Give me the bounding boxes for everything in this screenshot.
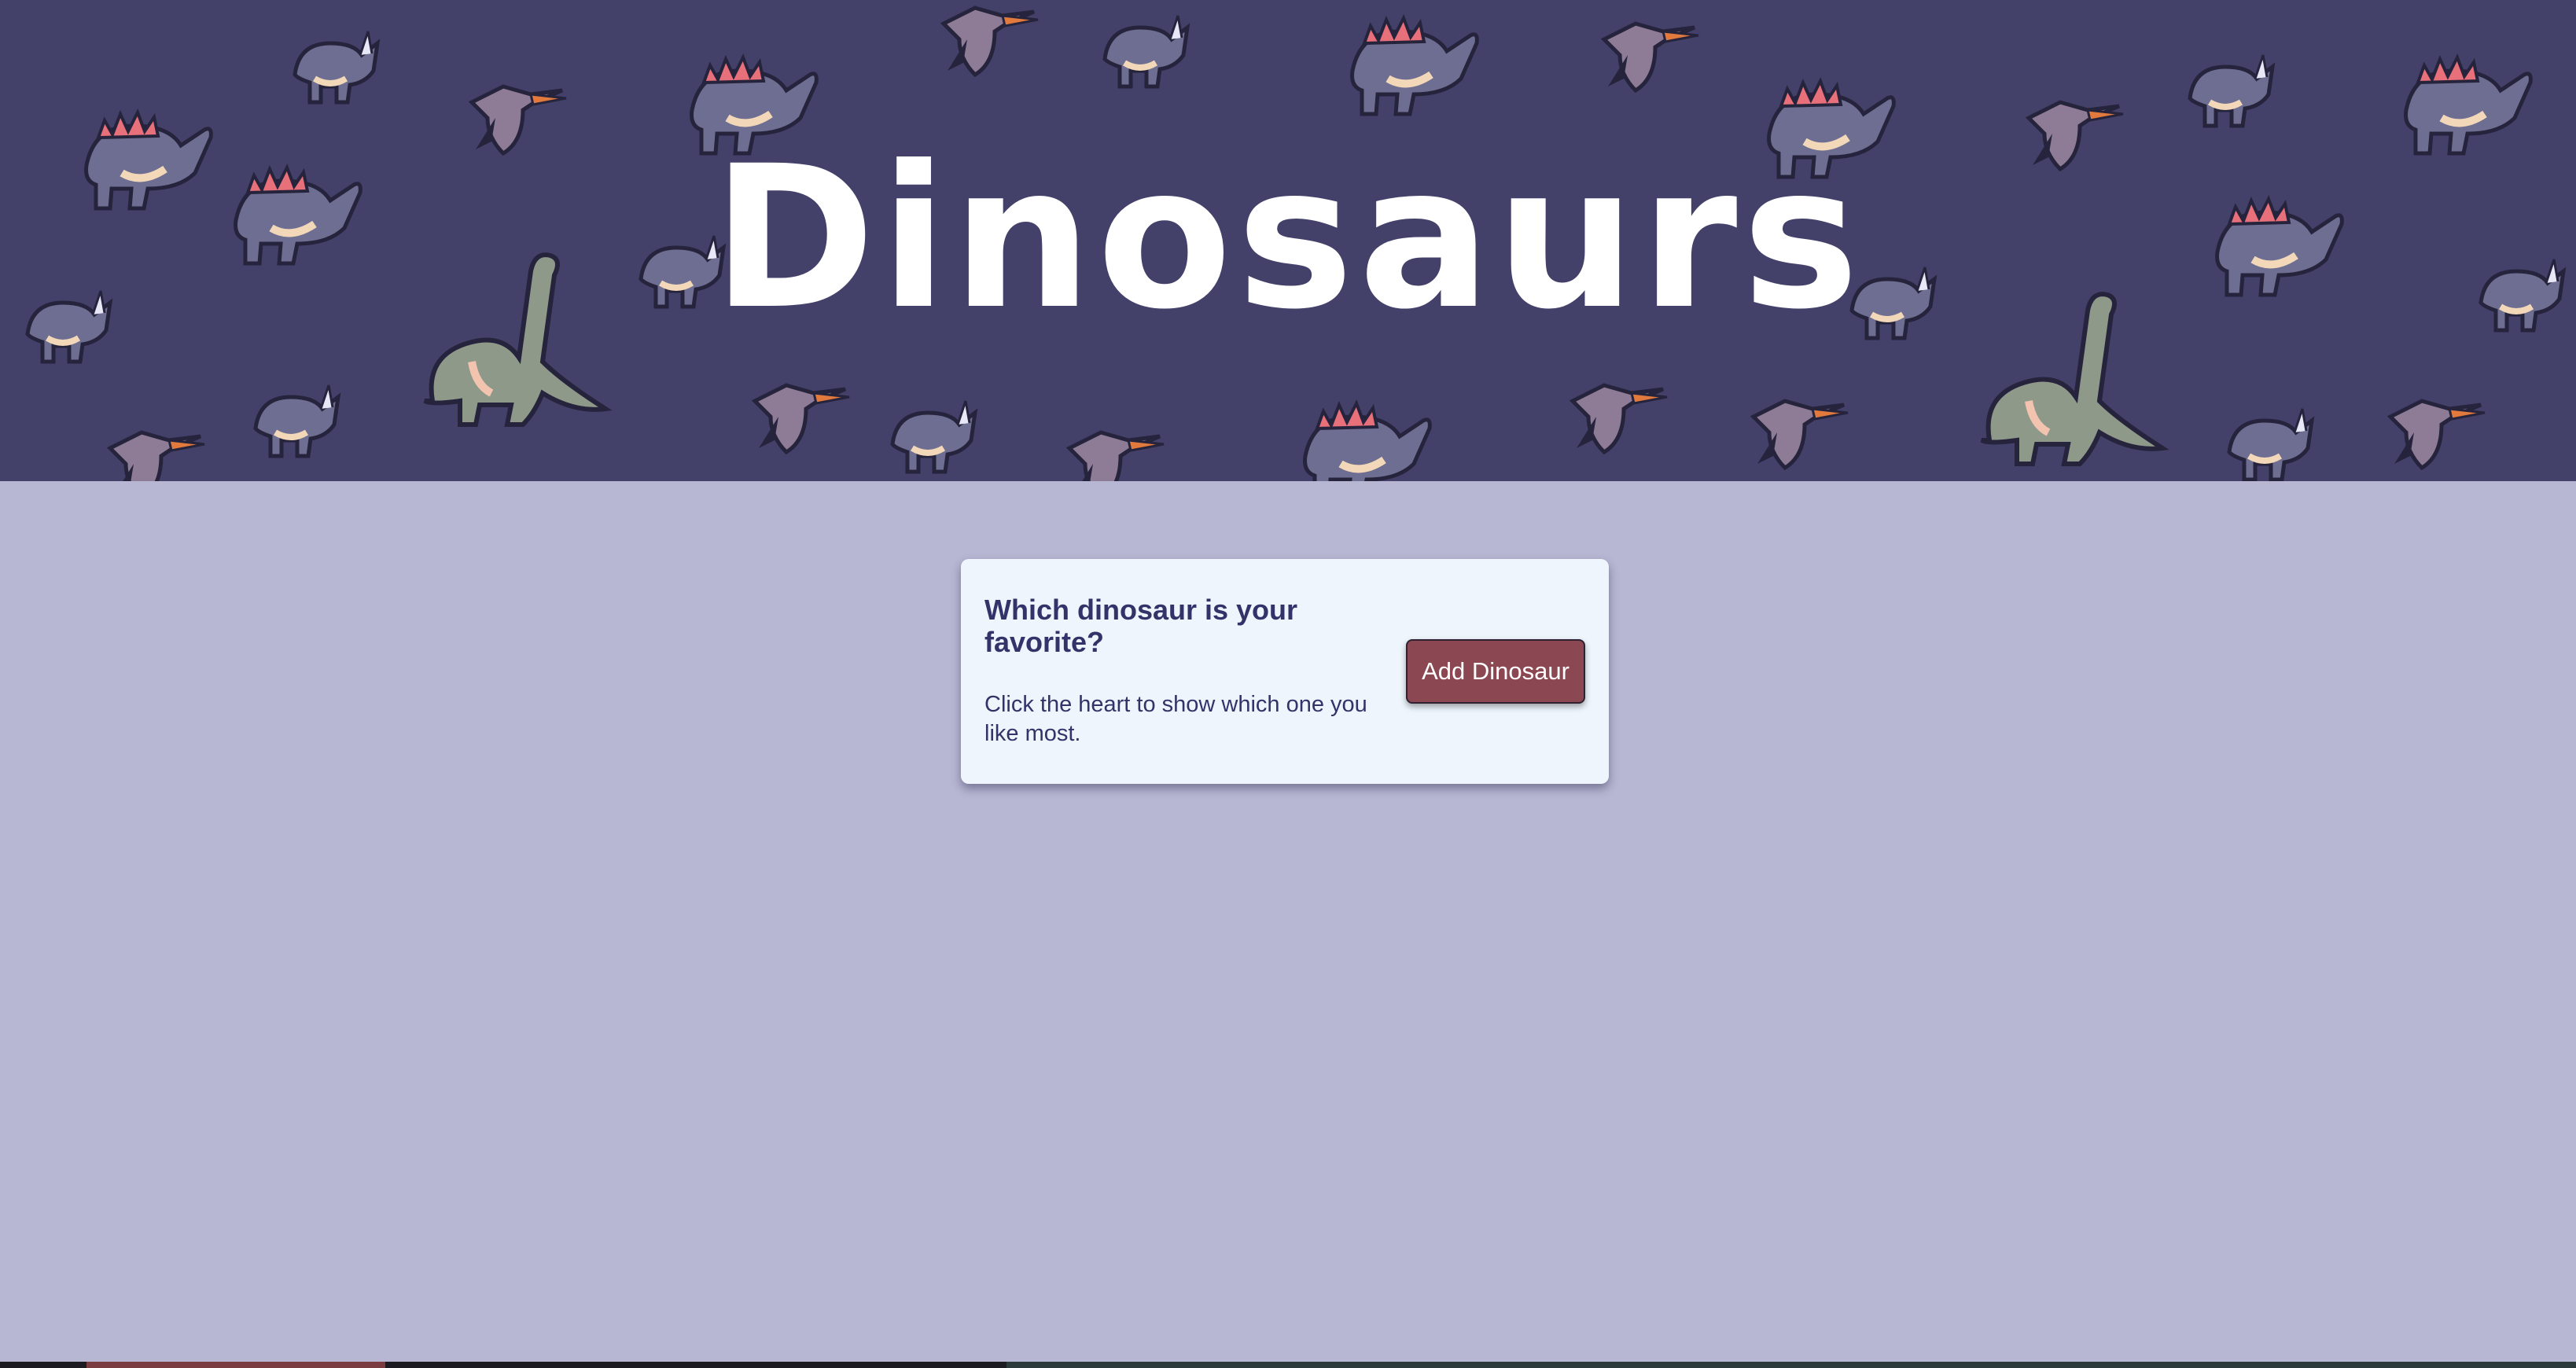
page: Dinosaurs Which dinosaur is your favorit… <box>0 0 2576 1368</box>
bottom-edge-strip <box>0 1362 2576 1368</box>
hero-banner: Dinosaurs <box>0 0 2576 481</box>
add-dinosaur-button[interactable]: Add Dinosaur <box>1406 639 1585 704</box>
page-title: Dinosaurs <box>712 123 1864 352</box>
card-description: Click the heart to show which one you li… <box>984 691 1367 747</box>
main-content: Which dinosaur is your favorite? Click t… <box>0 481 2576 1362</box>
favorite-dinosaur-card: Which dinosaur is your favorite? Click t… <box>961 559 1609 784</box>
card-title: Which dinosaur is your favorite? <box>984 593 1298 659</box>
card-text: Which dinosaur is your favorite? Click t… <box>984 594 1378 749</box>
